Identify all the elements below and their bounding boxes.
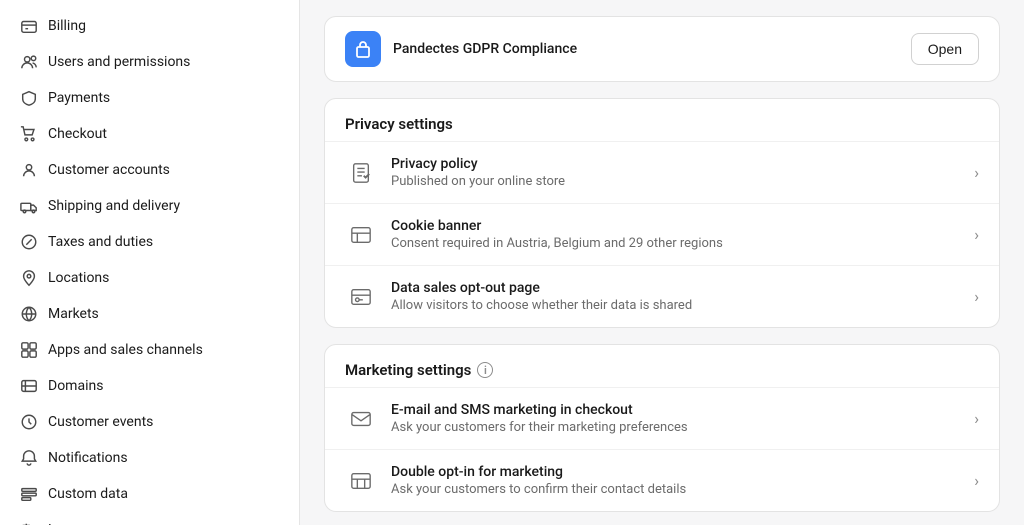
- app-row: Pandectes GDPR Compliance Open: [325, 17, 999, 81]
- sidebar-item-shipping[interactable]: Shipping and delivery: [0, 188, 299, 224]
- notifications-icon: [20, 449, 38, 467]
- shipping-icon: [20, 197, 38, 215]
- sidebar-item-taxes[interactable]: Taxes and duties: [0, 224, 299, 260]
- billing-icon: [20, 17, 38, 35]
- sidebar-item-billing[interactable]: Billing: [0, 8, 299, 44]
- open-app-button[interactable]: Open: [911, 33, 979, 65]
- sidebar-item-apps[interactable]: Apps and sales channels: [0, 332, 299, 368]
- sidebar-item-customer-accounts[interactable]: Customer accounts: [0, 152, 299, 188]
- payments-icon: [20, 89, 38, 107]
- chevron-right-icon: ›: [974, 225, 979, 244]
- cookie-banner-icon: [345, 219, 377, 251]
- sidebar-item-payments[interactable]: Payments: [0, 80, 299, 116]
- data-sales-icon: [345, 281, 377, 313]
- email-sms-row[interactable]: E-mail and SMS marketing in checkout Ask…: [325, 387, 999, 449]
- apps-icon: [20, 341, 38, 359]
- checkout-icon: [20, 125, 38, 143]
- sidebar-item-notifications[interactable]: Notifications: [0, 440, 299, 476]
- privacy-policy-row[interactable]: Privacy policy Published on your online …: [325, 141, 999, 203]
- locations-icon: [20, 269, 38, 287]
- customer-accounts-icon: [20, 161, 38, 179]
- main-content: Pandectes GDPR Compliance Open Privacy s…: [300, 0, 1024, 525]
- app-icon: [345, 31, 381, 67]
- cookie-banner-row[interactable]: Cookie banner Consent required in Austri…: [325, 203, 999, 265]
- sidebar-item-customer-events[interactable]: Customer events: [0, 404, 299, 440]
- languages-icon: [20, 521, 38, 525]
- sidebar-item-users[interactable]: Users and permissions: [0, 44, 299, 80]
- email-sms-icon: [345, 403, 377, 435]
- sidebar-item-custom-data[interactable]: Custom data: [0, 476, 299, 512]
- sidebar-item-checkout[interactable]: Checkout: [0, 116, 299, 152]
- app-info: Pandectes GDPR Compliance: [345, 31, 577, 67]
- marketing-settings-header: Marketing settings i: [325, 345, 999, 387]
- double-opt-in-icon: [345, 465, 377, 497]
- chevron-right-icon: ›: [974, 471, 979, 490]
- marketing-settings-card: Marketing settings i E-mail and SMS mark…: [324, 344, 1000, 512]
- markets-icon: [20, 305, 38, 323]
- chevron-right-icon: ›: [974, 163, 979, 182]
- chevron-right-icon: ›: [974, 409, 979, 428]
- privacy-settings-header: Privacy settings: [325, 99, 999, 141]
- custom-data-icon: [20, 485, 38, 503]
- domains-icon: [20, 377, 38, 395]
- app-card: Pandectes GDPR Compliance Open: [324, 16, 1000, 82]
- privacy-policy-icon: [345, 157, 377, 189]
- sidebar-item-locations[interactable]: Locations: [0, 260, 299, 296]
- privacy-settings-card: Privacy settings Privacy policy Publishe…: [324, 98, 1000, 328]
- info-icon[interactable]: i: [477, 362, 493, 378]
- chevron-right-icon: ›: [974, 287, 979, 306]
- customer-events-icon: [20, 413, 38, 431]
- sidebar-item-languages[interactable]: Languages: [0, 512, 299, 525]
- users-icon: [20, 53, 38, 71]
- taxes-icon: [20, 233, 38, 251]
- sidebar-item-markets[interactable]: Markets: [0, 296, 299, 332]
- app-name: Pandectes GDPR Compliance: [393, 41, 577, 57]
- sidebar-item-domains[interactable]: Domains: [0, 368, 299, 404]
- sidebar: Billing Users and permissions Payments C…: [0, 0, 300, 525]
- double-opt-in-row[interactable]: Double opt-in for marketing Ask your cus…: [325, 449, 999, 511]
- data-sales-row[interactable]: Data sales opt-out page Allow visitors t…: [325, 265, 999, 327]
